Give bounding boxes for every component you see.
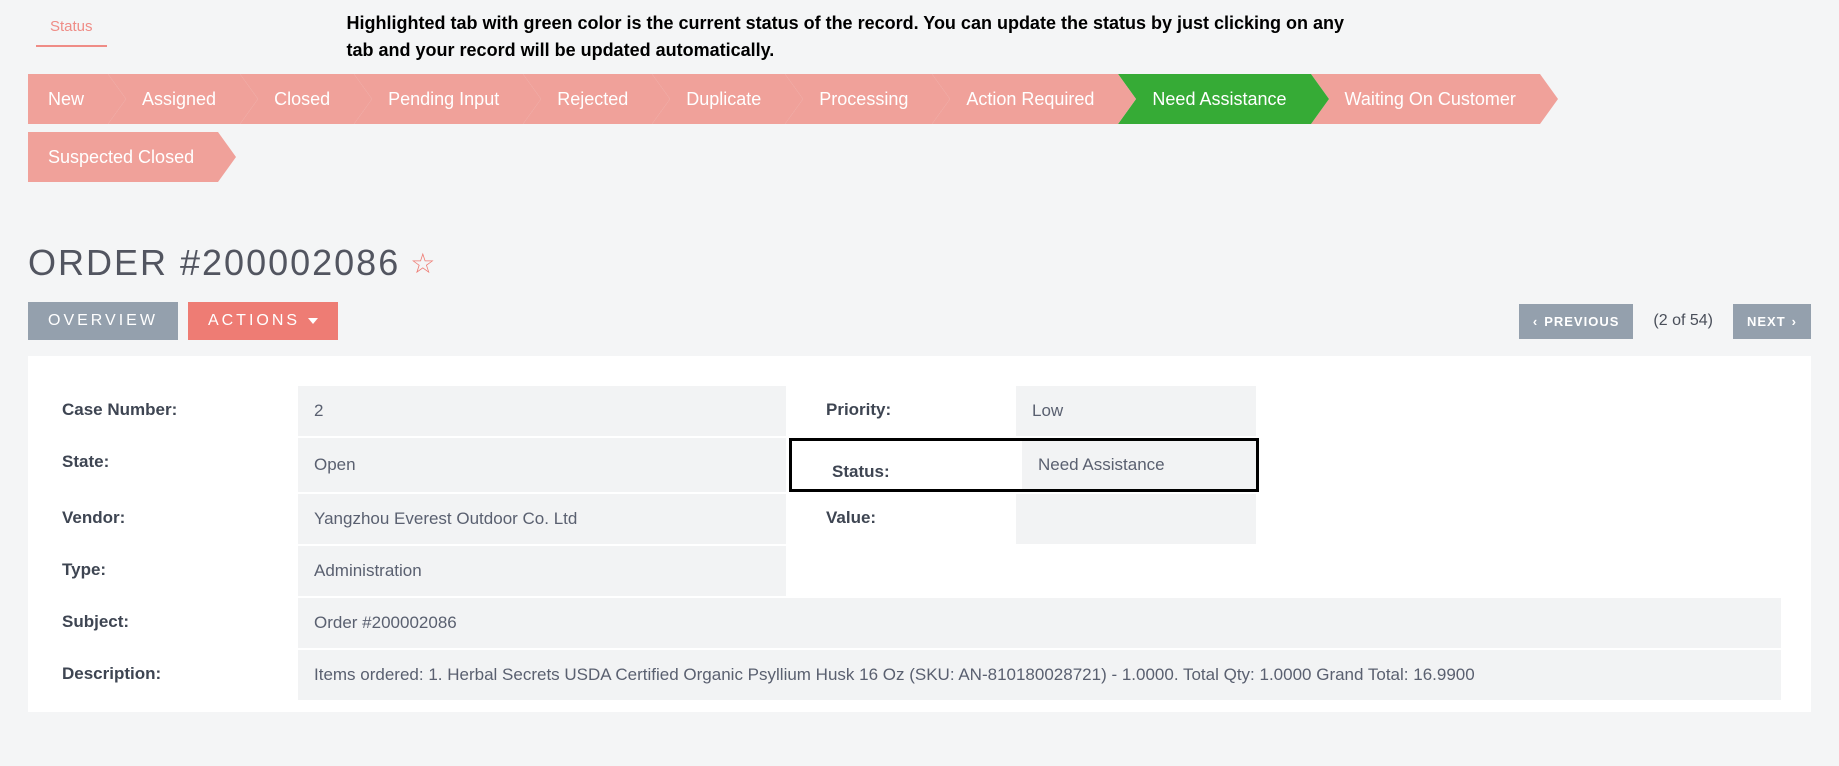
field-label: Type: xyxy=(28,546,298,596)
actions-dropdown[interactable]: ACTIONS xyxy=(188,302,338,340)
previous-label: PREVIOUS xyxy=(1544,314,1619,329)
field-label: Description: xyxy=(28,650,298,700)
field-value-priority: Low xyxy=(1016,386,1256,436)
status-chevron[interactable]: Pending Input xyxy=(354,74,523,124)
field-label: Status: xyxy=(792,448,1022,482)
caret-down-icon xyxy=(308,318,318,324)
status-section-tab[interactable]: Status xyxy=(36,10,107,47)
status-chevron[interactable]: Processing xyxy=(785,74,932,124)
field-value-vendor: Yangzhou Everest Outdoor Co. Ltd xyxy=(298,494,786,544)
field-value-type: Administration xyxy=(298,546,786,596)
status-chevron[interactable]: Need Assistance xyxy=(1118,74,1310,124)
status-chevron[interactable]: Duplicate xyxy=(652,74,785,124)
field-label: State: xyxy=(28,438,298,492)
detail-panel: Case Number: 2 Priority: Low State: Open… xyxy=(28,356,1811,712)
field-value-description: Items ordered: 1. Herbal Secrets USDA Ce… xyxy=(298,650,1781,700)
overview-tab[interactable]: OVERVIEW xyxy=(28,302,178,340)
status-chevron[interactable]: Waiting On Customer xyxy=(1311,74,1540,124)
field-value-value xyxy=(1016,494,1256,544)
status-chevron[interactable]: Action Required xyxy=(932,74,1118,124)
field-label: Priority: xyxy=(786,386,1016,436)
next-label: NEXT xyxy=(1747,314,1786,329)
field-value-subject: Order #200002086 xyxy=(298,598,1781,648)
chevron-right-icon: › xyxy=(1792,314,1797,329)
field-label: Subject: xyxy=(28,598,298,648)
actions-label: ACTIONS xyxy=(208,312,300,330)
status-chevron[interactable]: Suspected Closed xyxy=(28,132,218,182)
field-value-case-number: 2 xyxy=(298,386,786,436)
next-button[interactable]: NEXT › xyxy=(1733,304,1811,339)
pager-count: (2 of 54) xyxy=(1643,312,1723,330)
field-value-status: Need Assistance xyxy=(1022,441,1256,489)
field-label: Case Number: xyxy=(28,386,298,436)
field-label: Vendor: xyxy=(28,494,298,544)
status-hint-text: Highlighted tab with green color is the … xyxy=(347,10,1347,64)
status-chevron[interactable]: Rejected xyxy=(523,74,652,124)
previous-button[interactable]: ‹ PREVIOUS xyxy=(1519,304,1634,339)
status-highlight-box: Status: Need Assistance xyxy=(789,438,1259,492)
page-title: ORDER #200002086 xyxy=(28,242,400,284)
favorite-star-icon[interactable]: ☆ xyxy=(410,247,435,280)
status-chevron[interactable]: New xyxy=(28,74,108,124)
field-value-state: Open xyxy=(298,438,786,492)
field-label: Value: xyxy=(786,494,1016,544)
chevron-left-icon: ‹ xyxy=(1533,314,1538,329)
status-chevron-bar: NewAssignedClosedPending InputRejectedDu… xyxy=(28,74,1811,182)
status-chevron[interactable]: Assigned xyxy=(108,74,240,124)
